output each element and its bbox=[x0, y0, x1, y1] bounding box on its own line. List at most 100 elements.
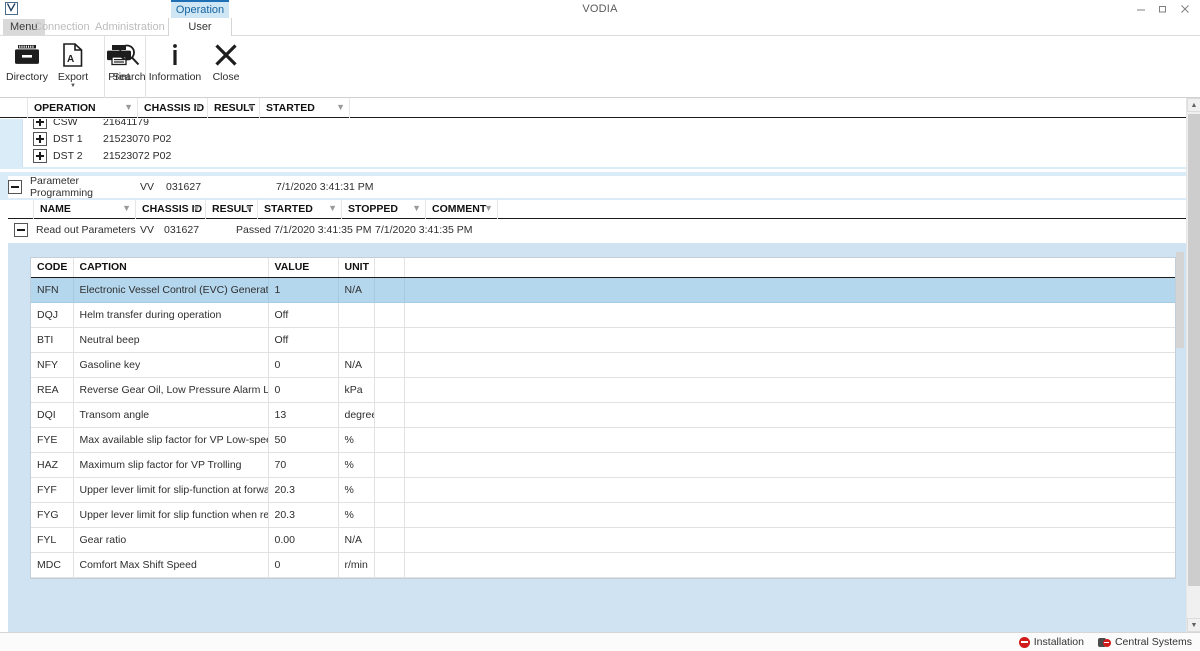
column-header-started-label: STARTED bbox=[264, 203, 313, 215]
row-operation: DST 1 bbox=[53, 133, 103, 145]
session-subgrid-header: NAME ▼ CHASSIS ID ▼ RESULT ▼ STARTED ▼ S… bbox=[8, 200, 1186, 219]
table-row[interactable]: DQITransom angle13degrees bbox=[31, 402, 1175, 427]
tab-operation[interactable]: Operation bbox=[171, 2, 229, 18]
parameter-cell-extra-1 bbox=[374, 427, 404, 452]
column-header-stopped[interactable]: STOPPED ▼ bbox=[342, 199, 426, 219]
parameter-cell-value: 13 bbox=[268, 402, 338, 427]
column-header-unit[interactable]: UNIT bbox=[338, 258, 374, 277]
parameter-cell-unit: N/A bbox=[338, 527, 374, 552]
table-row[interactable]: FYEMax available slip factor for VP Low-… bbox=[31, 427, 1175, 452]
status-installation[interactable]: Installation bbox=[1019, 636, 1084, 648]
table-row[interactable]: CSW 21641179 bbox=[23, 119, 1186, 130]
scrollbar-thumb[interactable] bbox=[1188, 114, 1200, 586]
table-row[interactable]: DQJHelm transfer during operationOff bbox=[31, 302, 1175, 327]
filter-icon[interactable]: ▼ bbox=[194, 103, 203, 112]
column-header-started[interactable]: STARTED ▼ bbox=[260, 98, 350, 118]
filter-icon[interactable]: ▼ bbox=[244, 204, 253, 213]
status-central-systems[interactable]: Central Systems bbox=[1098, 636, 1192, 648]
parameter-cell-extra-1 bbox=[374, 477, 404, 502]
parameter-cell-caption: Electronic Vessel Control (EVC) Generati… bbox=[73, 277, 268, 302]
column-header-chassis-id[interactable]: CHASSIS ID ▼ bbox=[136, 199, 206, 219]
session-row-chassis-id: 031627 bbox=[164, 224, 236, 236]
column-header-extra-1[interactable] bbox=[374, 258, 404, 277]
session-row-name: Read out Parameters bbox=[36, 224, 140, 236]
row-expander-plus-icon[interactable] bbox=[33, 149, 47, 163]
parameter-cell-extra-2 bbox=[404, 427, 1175, 452]
tab-strip: Operation Menu Connection Administration… bbox=[0, 0, 1200, 36]
table-row[interactable]: BTINeutral beepOff bbox=[31, 327, 1175, 352]
filter-icon[interactable]: ▼ bbox=[484, 204, 493, 213]
operations-grid-header: OPERATION ▼ CHASSIS ID ▼ RESULT ▼ STARTE… bbox=[0, 98, 1186, 118]
column-header-operation[interactable]: OPERATION ▼ bbox=[28, 98, 138, 118]
parameter-cell-extra-1 bbox=[374, 277, 404, 302]
parameter-cell-value: 20.3 bbox=[268, 502, 338, 527]
column-header-caption[interactable]: CAPTION bbox=[73, 258, 268, 277]
table-row[interactable]: HAZMaximum slip factor for VP Trolling70… bbox=[31, 452, 1175, 477]
export-button[interactable]: A Export ▼ bbox=[50, 36, 96, 94]
parameter-cell-value: Off bbox=[268, 302, 338, 327]
column-header-extra-2[interactable] bbox=[404, 258, 1175, 277]
table-row[interactable]: REAReverse Gear Oil, Low Pressure Alarm … bbox=[31, 377, 1175, 402]
table-row[interactable]: DST 1 21523070 P02 bbox=[23, 130, 1186, 147]
column-header-chassis-id[interactable]: CHASSIS ID ▼ bbox=[138, 98, 208, 118]
search-icon bbox=[112, 40, 146, 70]
filter-icon[interactable]: ▼ bbox=[336, 103, 345, 112]
column-header-comment[interactable]: COMMENT ▼ bbox=[426, 199, 498, 219]
table-row[interactable]: MDCComfort Max Shift Speed0r/min bbox=[31, 552, 1175, 577]
close-session-button[interactable]: Close bbox=[203, 36, 249, 94]
read-out-parameters-row[interactable]: Read out Parameters VV 031627 Passed 7/1… bbox=[8, 219, 1186, 241]
table-row[interactable]: FYGUpper lever limit for slip function w… bbox=[31, 502, 1175, 527]
row-expander-minus-icon[interactable] bbox=[8, 180, 22, 194]
parameter-table: CODE CAPTION VALUE UNIT NFNElectronic Ve… bbox=[30, 257, 1176, 579]
information-button[interactable]: Information bbox=[147, 36, 203, 94]
column-header-result[interactable]: RESULT ▼ bbox=[206, 199, 258, 219]
row-expander-minus-icon[interactable] bbox=[14, 223, 28, 237]
parameter-cell-unit: N/A bbox=[338, 352, 374, 377]
column-header-name-label: NAME bbox=[40, 203, 71, 215]
table-row[interactable]: FYFUpper lever limit for slip-function a… bbox=[31, 477, 1175, 502]
row-expander-plus-icon[interactable] bbox=[33, 119, 47, 129]
row-expander-plus-icon[interactable] bbox=[33, 132, 47, 146]
parameter-cell-code: DQI bbox=[31, 402, 73, 427]
parameter-cell-code: FYG bbox=[31, 502, 73, 527]
parameter-cell-code: FYE bbox=[31, 427, 73, 452]
parameter-cell-code: REA bbox=[31, 377, 73, 402]
parameter-cell-unit: % bbox=[338, 477, 374, 502]
column-header-name[interactable]: NAME ▼ bbox=[34, 199, 136, 219]
column-header-started[interactable]: STARTED ▼ bbox=[258, 199, 342, 219]
table-row[interactable]: DST 2 21523072 P02 bbox=[23, 147, 1186, 164]
table-row[interactable]: NFNElectronic Vessel Control (EVC) Gener… bbox=[31, 277, 1175, 302]
parameter-cell-unit: % bbox=[338, 427, 374, 452]
filter-icon[interactable]: ▼ bbox=[192, 204, 201, 213]
scrollbar-thumb[interactable] bbox=[1176, 252, 1184, 348]
filter-icon[interactable]: ▼ bbox=[122, 204, 131, 213]
parameter-cell-code: NFN bbox=[31, 277, 73, 302]
column-header-value[interactable]: VALUE bbox=[268, 258, 338, 277]
filter-icon[interactable]: ▼ bbox=[124, 103, 133, 112]
filter-icon[interactable]: ▼ bbox=[246, 103, 255, 112]
column-header-result[interactable]: RESULT ▼ bbox=[208, 98, 260, 118]
scroll-up-arrow-icon[interactable]: ▲ bbox=[1187, 98, 1200, 112]
scroll-down-arrow-icon[interactable]: ▼ bbox=[1187, 618, 1200, 632]
filter-icon[interactable]: ▼ bbox=[328, 204, 337, 213]
main-vertical-scrollbar[interactable]: ▲ ▼ bbox=[1186, 98, 1200, 632]
parameter-cell-caption: Reverse Gear Oil, Low Pressure Alarm Lim… bbox=[73, 377, 268, 402]
column-header-started-label: STARTED bbox=[266, 102, 315, 114]
parameter-cell-value: 0 bbox=[268, 552, 338, 577]
parameter-cell-unit: N/A bbox=[338, 277, 374, 302]
menu-item-administration[interactable]: Administration bbox=[95, 19, 165, 35]
table-row[interactable]: FYLGear ratio0.00N/A bbox=[31, 527, 1175, 552]
parameter-table-vertical-scrollbar[interactable] bbox=[1176, 252, 1186, 582]
directory-button[interactable]: Directory bbox=[4, 36, 50, 94]
menu-item-connection[interactable]: Connection bbox=[34, 19, 90, 35]
filter-icon[interactable]: ▼ bbox=[412, 204, 421, 213]
parameter-cell-extra-2 bbox=[404, 327, 1175, 352]
parameter-programming-row[interactable]: Parameter Programming VV 031627 7/1/2020… bbox=[8, 176, 1186, 198]
parameter-cell-code: FYL bbox=[31, 527, 73, 552]
column-header-code[interactable]: CODE bbox=[31, 258, 73, 277]
ribbon-toolbar: Directory A Export ▼ bbox=[0, 36, 1200, 98]
export-dropdown-caret-icon[interactable]: ▼ bbox=[70, 84, 76, 89]
parameter-cell-caption: Gasoline key bbox=[73, 352, 268, 377]
tab-user-sessions[interactable]: User Sessions bbox=[168, 18, 232, 37]
table-row[interactable]: NFYGasoline key0N/A bbox=[31, 352, 1175, 377]
